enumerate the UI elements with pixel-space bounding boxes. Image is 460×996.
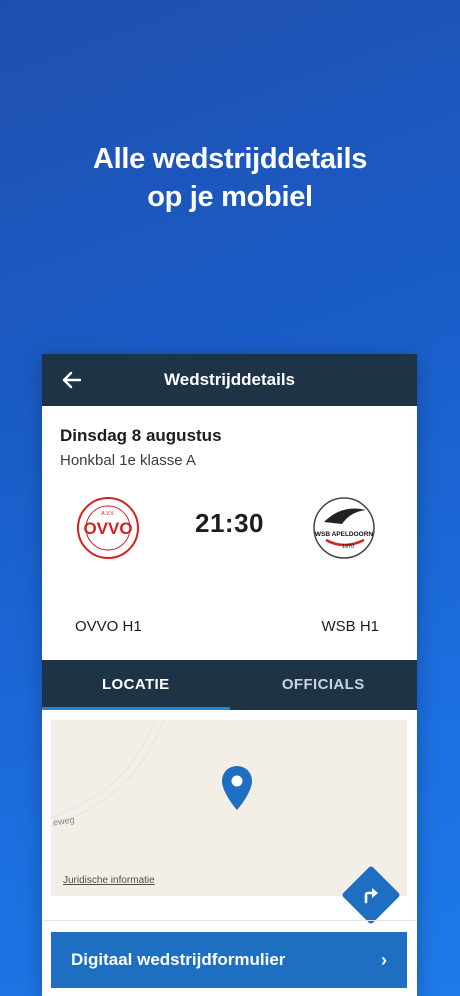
legal-info-link[interactable]: Juridische informatie — [63, 875, 155, 886]
location-map[interactable]: eweg Juridische informatie — [51, 720, 407, 896]
away-logo-year: 1970 — [342, 544, 354, 550]
promo-headline: Alle wedstrijddetails op je mobiel — [0, 140, 460, 216]
match-league: Honkbal 1e klasse A — [60, 452, 196, 469]
headline-line-2: op je mobiel — [147, 181, 313, 213]
digital-match-form-button[interactable]: Digitaal wedstrijdformulier › — [51, 932, 407, 988]
divider — [42, 920, 417, 921]
away-logo-text: WSB APELDOORN — [315, 531, 374, 538]
tab-bar: LOCATIE OFFICIALS — [42, 660, 417, 710]
app-bar: Wedstrijddetails — [42, 354, 417, 406]
away-team-logo[interactable]: WSB APELDOORN 1970 — [312, 496, 376, 560]
page-title: Wedstrijddetails — [164, 370, 295, 389]
teams-row: OVVO A.V.V. 21:30 WSB APELDOORN 1970 OVV… — [42, 496, 417, 683]
headline-line-1: Alle wedstrijddetails — [92, 143, 368, 175]
phone-screen: Wedstrijddetails Dinsdag 8 augustus Honk… — [42, 354, 417, 996]
directions-icon[interactable] — [358, 882, 384, 908]
match-info: Dinsdag 8 augustus Honkbal 1e klasse A O… — [42, 406, 417, 683]
form-button-label: Digitaal wedstrijdformulier — [71, 950, 286, 969]
tab-officials[interactable]: OFFICIALS — [230, 660, 418, 710]
chevron-right-icon: › — [381, 949, 387, 970]
match-date: Dinsdag 8 augustus — [60, 426, 222, 445]
away-team-name[interactable]: WSB H1 — [321, 618, 379, 635]
home-team-name[interactable]: OVVO H1 — [75, 618, 142, 635]
tab-locatie[interactable]: LOCATIE — [42, 660, 230, 710]
map-pin-icon[interactable] — [219, 764, 255, 812]
